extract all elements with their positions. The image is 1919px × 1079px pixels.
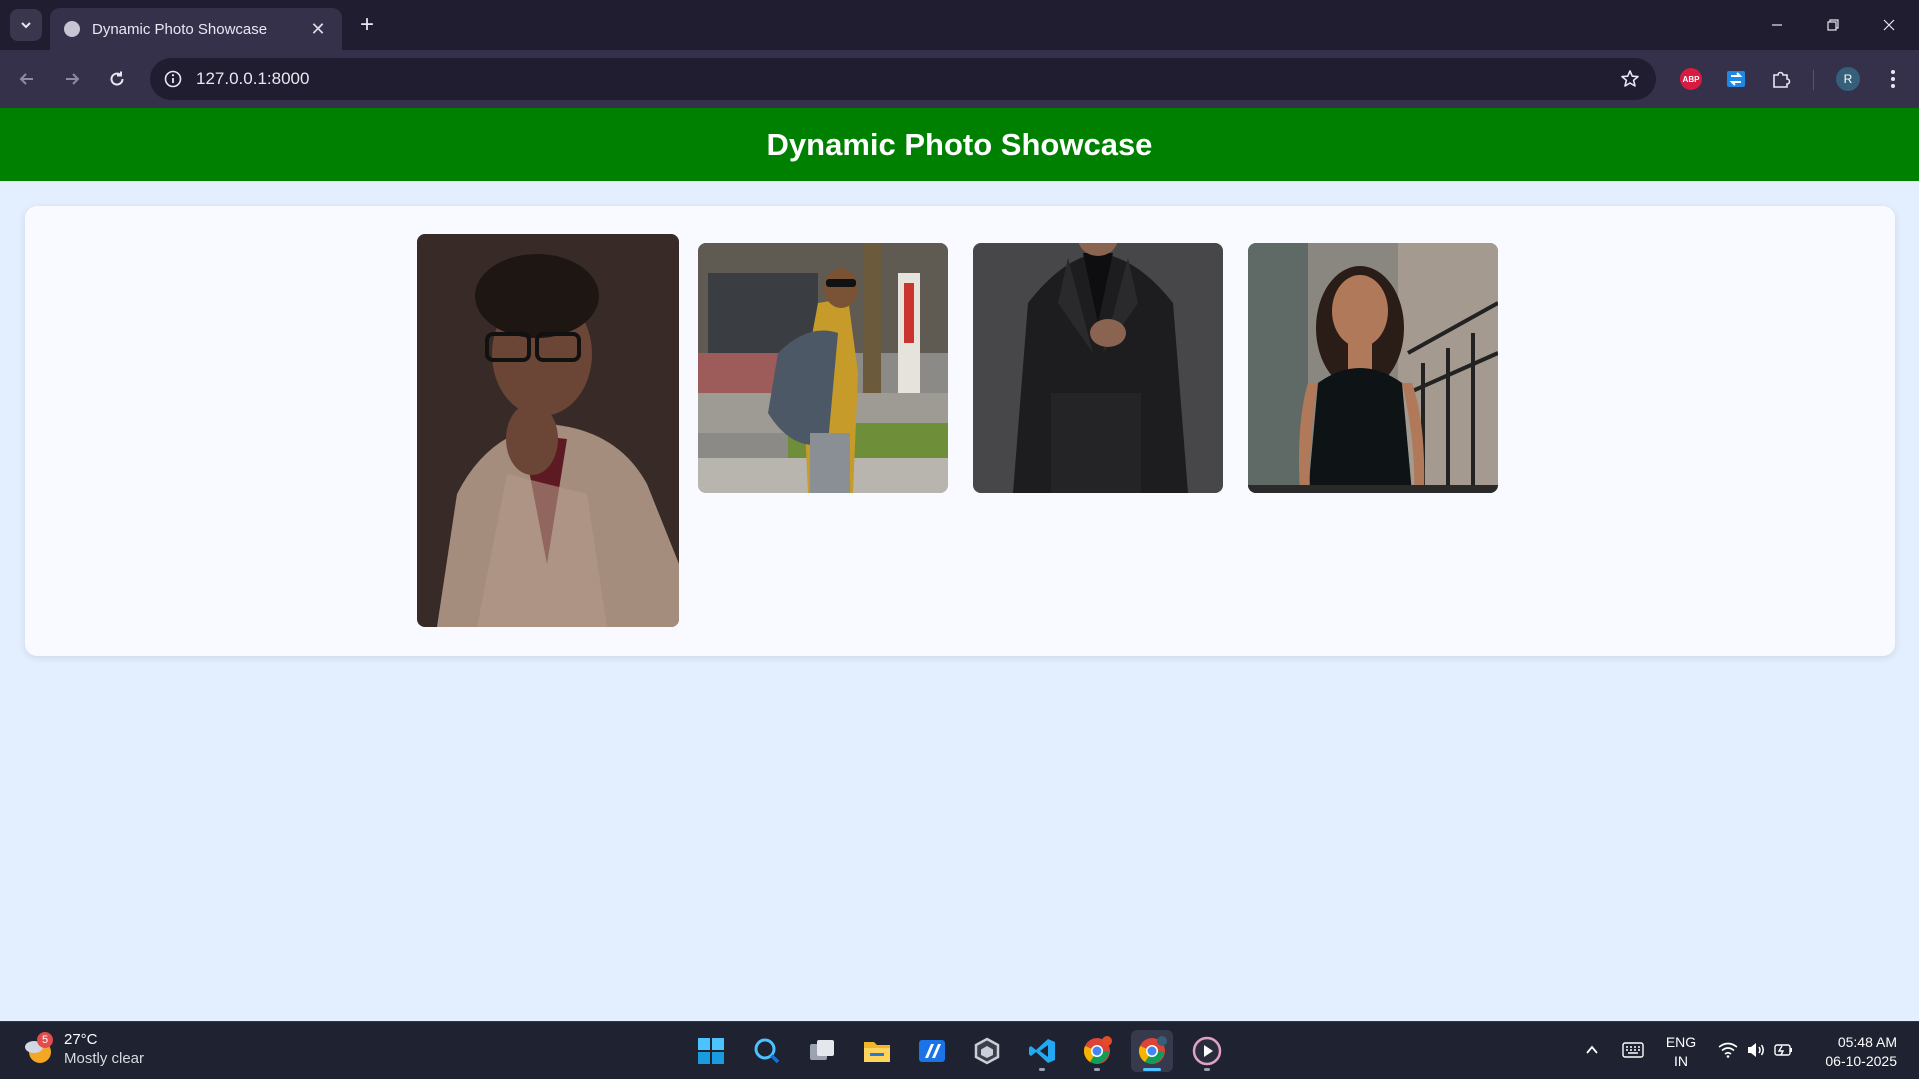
close-tab-icon[interactable]: ✕ — [308, 19, 328, 40]
browser-tab[interactable]: Dynamic Photo Showcase ✕ — [50, 8, 342, 50]
search-button[interactable] — [746, 1030, 788, 1072]
puzzle-icon[interactable] — [1767, 65, 1795, 93]
language-code: ENG — [1665, 1034, 1697, 1050]
forward-button[interactable] — [55, 62, 89, 96]
azure-app-icon — [919, 1040, 945, 1062]
minimize-button[interactable] — [1754, 8, 1800, 42]
running-indicator — [1039, 1068, 1045, 1071]
restore-button[interactable] — [1810, 8, 1856, 42]
close-window-button[interactable] — [1866, 8, 1912, 42]
tab-search-button[interactable] — [10, 9, 42, 41]
show-hidden-icons-button[interactable] — [1578, 1036, 1606, 1064]
avatar: R — [1836, 67, 1860, 91]
chevron-up-icon — [1586, 1045, 1598, 1054]
chrome-icon — [1083, 1036, 1112, 1064]
gallery-photo-2[interactable] — [698, 243, 948, 493]
task-view-icon — [810, 1040, 834, 1060]
unity-button[interactable] — [966, 1030, 1008, 1072]
kebab-menu-icon — [1891, 70, 1895, 88]
tab-title: Dynamic Photo Showcase — [92, 20, 268, 38]
url-text[interactable]: 127.0.0.1:8000 — [196, 69, 1614, 89]
site-header: Dynamic Photo Showcase — [0, 108, 1919, 181]
wifi-button[interactable] — [1714, 1036, 1742, 1064]
globe-icon — [64, 21, 80, 37]
language-indicator[interactable]: ENG IN — [1663, 1033, 1699, 1071]
reload-button[interactable] — [100, 62, 134, 96]
chrome-active-button[interactable] — [1131, 1030, 1173, 1072]
search-icon — [754, 1038, 780, 1064]
clock-time: 05:48 AM — [1837, 1034, 1897, 1050]
chrome-button[interactable] — [1076, 1030, 1118, 1072]
arrow-left-icon — [19, 73, 33, 85]
file-explorer-button[interactable] — [856, 1030, 898, 1072]
address-bar[interactable]: 127.0.0.1:8000 — [150, 58, 1656, 100]
profile-button[interactable]: R — [1834, 65, 1862, 93]
active-indicator — [1143, 1068, 1161, 1071]
task-view-button[interactable] — [801, 1030, 843, 1072]
reload-icon — [110, 71, 124, 86]
language-region: IN — [1674, 1053, 1688, 1069]
adblock-extension-icon[interactable]: ABP — [1677, 65, 1705, 93]
browser-toolbar: 127.0.0.1:8000 ABP R — [0, 50, 1919, 108]
page-title: Dynamic Photo Showcase — [766, 126, 1153, 162]
keyboard-button[interactable] — [1619, 1036, 1647, 1064]
toolbar-separator — [1813, 70, 1814, 90]
keyboard-icon — [1622, 1042, 1644, 1058]
close-icon — [1883, 19, 1895, 31]
gallery-photo-1[interactable] — [417, 234, 679, 627]
restore-icon — [1827, 19, 1839, 31]
system-clock[interactable]: 05:48 AM 06-10-2025 — [1825, 1033, 1897, 1071]
new-tab-button[interactable]: + — [352, 10, 382, 40]
tab-strip: Dynamic Photo Showcase ✕ + — [0, 0, 1919, 50]
media-player-button[interactable] — [1186, 1030, 1228, 1072]
bookmark-star-icon[interactable] — [1614, 63, 1646, 95]
clock-date: 06-10-2025 — [1825, 1053, 1897, 1069]
vscode-button[interactable] — [1021, 1030, 1063, 1072]
azure-app-button[interactable] — [911, 1030, 953, 1072]
gallery-photo-4[interactable] — [1248, 243, 1498, 493]
gallery-photo-3[interactable] — [973, 243, 1223, 493]
taskbar: 5 27°C Mostly clear ENG IN 05:48 AM 06-1… — [0, 1021, 1919, 1079]
weather-temperature: 27°C — [64, 1031, 98, 1048]
windows-logo-icon — [698, 1038, 724, 1064]
vscode-icon — [1029, 1039, 1055, 1063]
unity-icon — [974, 1037, 1000, 1065]
wifi-icon — [1718, 1042, 1738, 1058]
volume-button[interactable] — [1742, 1036, 1770, 1064]
menu-button[interactable] — [1879, 65, 1907, 93]
weather-description: Mostly clear — [64, 1050, 145, 1067]
battery-button[interactable] — [1770, 1036, 1798, 1064]
back-button[interactable] — [10, 62, 44, 96]
play-icon — [1192, 1036, 1222, 1066]
running-indicator — [1204, 1068, 1210, 1071]
weather-widget[interactable]: 5 27°C Mostly clear — [22, 1030, 144, 1068]
chevron-down-icon — [21, 22, 31, 29]
speaker-icon — [1748, 1043, 1764, 1057]
chrome-icon — [1138, 1036, 1167, 1064]
site-info-icon[interactable] — [162, 68, 184, 90]
weather-icon: 5 — [22, 1032, 56, 1066]
abp-badge: ABP — [1680, 68, 1702, 90]
arrow-right-icon — [66, 73, 80, 85]
folder-icon — [864, 1042, 890, 1062]
photo-gallery — [25, 206, 1895, 656]
notification-badge: 5 — [37, 1032, 53, 1048]
battery-icon — [1774, 1044, 1792, 1056]
start-button[interactable] — [690, 1030, 732, 1072]
minimize-icon — [1772, 24, 1782, 26]
running-indicator — [1094, 1068, 1100, 1071]
extension-icon[interactable] — [1722, 65, 1750, 93]
